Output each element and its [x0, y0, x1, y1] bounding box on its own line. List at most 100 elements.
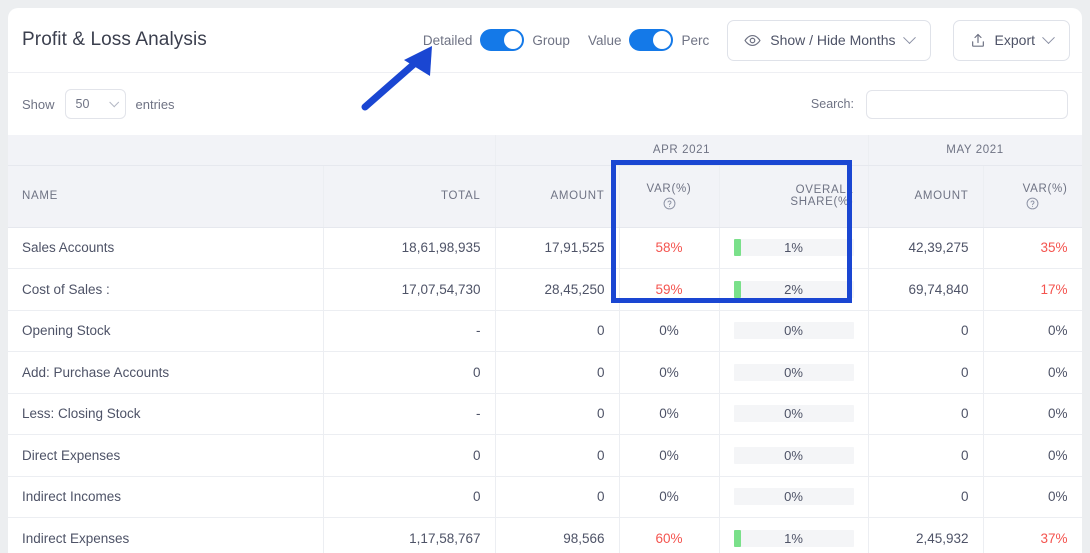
cell-may-var: 17%	[983, 268, 1082, 311]
cell-may-amount: 0	[868, 434, 984, 477]
cell-apr-amount: 0	[495, 476, 620, 518]
cell-may-var: 0%	[983, 310, 1082, 352]
toggle-knob	[653, 31, 672, 49]
col-header-may-amount[interactable]: AMOUNT	[868, 165, 984, 228]
cell-apr-amount: 0	[495, 434, 620, 477]
eye-icon	[744, 32, 761, 49]
overall-share-value: 0%	[784, 406, 803, 422]
show-label: Show	[22, 96, 55, 112]
overall-share-value: 0%	[784, 489, 803, 505]
table-row[interactable]: Cost of Sales :17,07,54,730 28,45,250 59% 2…	[8, 268, 1082, 311]
search-input[interactable]	[866, 89, 1068, 119]
col-header-apr-amount[interactable]: AMOUNT	[495, 165, 620, 228]
group-label: Group	[532, 32, 570, 48]
upload-icon	[970, 32, 986, 49]
cell-apr-var: 0%	[619, 476, 720, 518]
col-header-apr-var-label: VAR(%)	[646, 182, 692, 195]
value-perc-toggle[interactable]	[629, 29, 674, 51]
overall-share-value: 0%	[784, 447, 803, 463]
cell-apr-amount: 0	[495, 310, 620, 352]
table-row[interactable]: Direct Expenses 0 0 0% 0% 0 0%	[8, 434, 1082, 477]
cell-apr-overall-share: 0%	[719, 310, 869, 352]
cell-may-amount: 0	[868, 393, 984, 435]
cell-apr-amount: 28,45,250	[495, 268, 620, 311]
value-perc-toggle-wrap: Value Perc	[588, 29, 727, 51]
cell-may-amount: 0	[868, 310, 984, 352]
chevron-down-icon	[902, 30, 916, 44]
entries-select[interactable]: 50	[64, 89, 126, 119]
cell-name: Less: Closing Stock	[8, 393, 324, 435]
entries-label: entries	[135, 96, 175, 112]
overall-share-bar: 0%	[733, 405, 854, 423]
cell-may-amount: 0	[868, 476, 984, 518]
search-area: Search:	[810, 89, 1068, 119]
overall-share-bar-fill	[733, 280, 741, 298]
group-header-blank	[8, 135, 496, 166]
overall-share-value: 2%	[784, 281, 803, 297]
col-header-apr-overall-share-label: OVERALL SHARE(%)	[790, 184, 854, 208]
cell-may-amount: 69,74,840	[868, 268, 984, 311]
cell-apr-amount: 17,91,525	[495, 227, 620, 269]
chevron-down-icon	[1042, 30, 1055, 44]
table-column-header-row: NAME TOTAL AMOUNT VAR(%) OVERALL SHARE(%…	[8, 165, 1082, 228]
help-icon[interactable]	[1026, 197, 1039, 210]
overall-share-bar: 1%	[733, 239, 854, 257]
export-label: Export	[994, 32, 1035, 48]
table-row[interactable]: Indirect Incomes 0 0 0% 0% 0 0%	[8, 476, 1082, 518]
overall-share-bar: 0%	[733, 488, 854, 506]
cell-apr-amount: 98,566	[495, 517, 620, 553]
cell-may-var: 0%	[983, 393, 1082, 435]
help-icon[interactable]	[663, 197, 676, 210]
cell-apr-overall-share: 2%	[719, 268, 869, 311]
col-header-may-var[interactable]: VAR(%)	[983, 165, 1082, 228]
cell-apr-overall-share: 0%	[719, 351, 869, 394]
cell-total: -	[323, 310, 496, 352]
cell-may-amount: 42,39,275	[868, 227, 984, 269]
cell-may-amount: 0	[868, 351, 984, 394]
header-actions: Detailed Group Value Perc Show / Hide Mo…	[423, 19, 1070, 61]
report-card: Profit & Loss Analysis Detailed Group Va…	[8, 8, 1082, 553]
detailed-group-toggle[interactable]	[480, 29, 525, 51]
show-hide-months-button[interactable]: Show / Hide Months	[727, 19, 931, 61]
cell-apr-var: 59%	[619, 268, 720, 311]
cell-may-amount: 2,45,932	[868, 517, 984, 553]
chevron-down-icon	[108, 96, 119, 107]
cell-apr-var: 0%	[619, 351, 720, 394]
group-header-may: MAY 2021	[868, 135, 1082, 166]
card-header: Profit & Loss Analysis Detailed Group Va…	[8, 8, 1082, 73]
cell-apr-overall-share: 0%	[719, 434, 869, 477]
overall-share-bar: 0%	[733, 322, 854, 340]
col-header-apr-overall-share[interactable]: OVERALL SHARE(%)	[719, 165, 869, 228]
cell-name: Cost of Sales :	[8, 268, 324, 311]
table-row[interactable]: Add: Purchase Accounts 0 0 0% 0% 0 0%	[8, 351, 1082, 394]
search-label: Search:	[810, 97, 854, 111]
table-row[interactable]: Opening Stock -0 0% 0% 0 0%	[8, 310, 1082, 352]
perc-label: Perc	[681, 32, 710, 48]
overall-share-bar: 0%	[733, 363, 854, 381]
cell-total: 0	[323, 351, 496, 394]
table-row[interactable]: Indirect Expenses 1,17,58,767 98,566 60% 1% 2…	[8, 517, 1082, 553]
table-row[interactable]: Less: Closing Stock -0 0% 0% 0 0%	[8, 393, 1082, 435]
cell-may-var: 35%	[983, 227, 1082, 269]
table-head: APR 2021 MAY 2021 NAME TOTAL AMOUNT VAR(…	[8, 135, 1082, 228]
cell-apr-overall-share: 0%	[719, 393, 869, 435]
table-body: Sales Accounts 18,61,98,935 17,91,525 58% 1%…	[8, 227, 1082, 553]
table-row[interactable]: Sales Accounts 18,61,98,935 17,91,525 58% 1%…	[8, 227, 1082, 269]
cell-total: 0	[323, 476, 496, 518]
cell-name: Sales Accounts	[8, 227, 324, 269]
col-header-name[interactable]: NAME	[8, 165, 324, 228]
cell-apr-overall-share: 0%	[719, 476, 869, 518]
col-header-apr-var[interactable]: VAR(%)	[619, 165, 720, 228]
cell-name: Add: Purchase Accounts	[8, 351, 324, 394]
overall-share-value: 0%	[784, 323, 803, 339]
detailed-label: Detailed	[422, 32, 473, 48]
cell-apr-var: 0%	[619, 310, 720, 352]
cell-name: Indirect Incomes	[8, 476, 324, 518]
export-button[interactable]: Export	[952, 19, 1070, 61]
cell-total: 0	[323, 434, 496, 477]
pnl-table: APR 2021 MAY 2021 NAME TOTAL AMOUNT VAR(…	[8, 135, 1082, 553]
overall-share-bar: 2%	[733, 280, 854, 298]
detailed-group-toggle-wrap: Detailed Group	[423, 29, 588, 51]
overall-share-bar-fill	[733, 239, 741, 257]
col-header-total[interactable]: TOTAL	[323, 165, 496, 228]
